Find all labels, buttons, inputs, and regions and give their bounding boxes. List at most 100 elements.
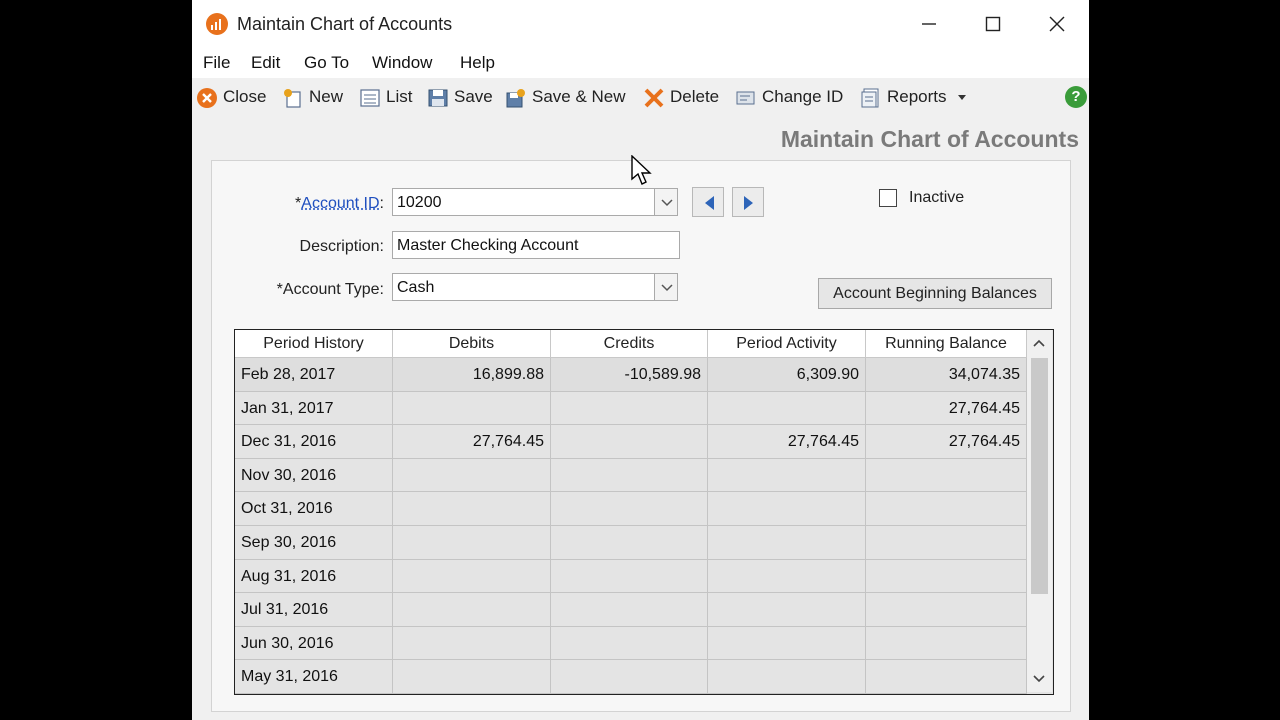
table-cell-debits[interactable] <box>393 391 551 426</box>
table-cell-credits[interactable] <box>551 425 708 459</box>
table-cell-running-balance[interactable] <box>866 526 1027 560</box>
table-cell-period-activity[interactable] <box>708 526 866 560</box>
table-cell-period[interactable]: Jun 30, 2016 <box>235 626 393 661</box>
scroll-down-icon[interactable] <box>1033 675 1045 683</box>
table-cell-debits[interactable] <box>393 593 551 627</box>
inactive-checkbox[interactable] <box>879 189 897 207</box>
table-cell-period-activity[interactable] <box>708 559 866 594</box>
chevron-down-icon <box>661 199 673 207</box>
table-cell-credits[interactable] <box>551 593 708 627</box>
title-bar[interactable]: Maintain Chart of Accounts <box>192 0 1089 48</box>
next-record-button[interactable] <box>732 187 764 217</box>
account-type-label: *Account Type: <box>276 281 384 298</box>
table-cell-running-balance[interactable] <box>866 660 1027 694</box>
table-cell-running-balance[interactable] <box>866 626 1027 661</box>
table-cell-period-activity[interactable] <box>708 593 866 627</box>
table-cell-credits[interactable] <box>551 458 708 493</box>
table-cell-period-activity[interactable] <box>708 458 866 493</box>
table-cell-credits[interactable] <box>551 526 708 560</box>
table-cell-period-activity[interactable]: 27,764.45 <box>708 425 866 459</box>
menu-window[interactable]: Window <box>372 53 432 73</box>
column-header-period-activity[interactable]: Period Activity <box>708 330 866 358</box>
table-cell-debits[interactable]: 16,899.88 <box>393 358 551 392</box>
close-icon <box>1049 16 1065 32</box>
description-label: Description: <box>299 238 384 255</box>
reports-label: Reports <box>887 87 947 106</box>
menu-go-to[interactable]: Go To <box>304 53 349 73</box>
table-cell-period-activity[interactable] <box>708 391 866 426</box>
column-header-credits[interactable]: Credits <box>551 330 708 358</box>
table-cell-debits[interactable] <box>393 526 551 560</box>
mouse-cursor-icon <box>631 155 652 185</box>
table-cell-credits[interactable] <box>551 559 708 594</box>
column-header-debits[interactable]: Debits <box>393 330 551 358</box>
table-cell-period[interactable]: Jan 31, 2017 <box>235 391 393 426</box>
delete-icon <box>644 88 664 108</box>
table-cell-credits[interactable] <box>551 391 708 426</box>
table-cell-credits[interactable] <box>551 626 708 661</box>
table-cell-period[interactable]: Sep 30, 2016 <box>235 526 393 560</box>
dropdown-arrow-icon <box>958 95 966 100</box>
new-label: New <box>309 87 344 106</box>
description-input[interactable]: Master Checking Account <box>392 231 680 259</box>
menu-edit[interactable]: Edit <box>251 53 280 73</box>
table-cell-running-balance[interactable] <box>866 593 1027 627</box>
scroll-up-icon[interactable] <box>1033 339 1045 347</box>
table-cell-running-balance[interactable] <box>866 492 1027 526</box>
table-cell-running-balance[interactable]: 27,764.45 <box>866 425 1027 459</box>
account-type-dropdown[interactable] <box>654 273 678 301</box>
table-cell-debits[interactable] <box>393 626 551 661</box>
list-label: List <box>386 87 413 106</box>
table-cell-credits[interactable] <box>551 660 708 694</box>
table-cell-period[interactable]: Nov 30, 2016 <box>235 458 393 493</box>
account-type-select[interactable]: Cash <box>392 273 656 301</box>
page-title: Maintain Chart of Accounts <box>780 126 1079 152</box>
table-cell-credits[interactable] <box>551 492 708 526</box>
scrollbar-thumb[interactable] <box>1031 358 1048 594</box>
close-window-button[interactable] <box>1025 0 1089 48</box>
app-window: Maintain Chart of Accounts File Edit Go … <box>192 0 1089 720</box>
table-cell-running-balance[interactable]: 34,074.35 <box>866 358 1027 392</box>
menu-file[interactable]: File <box>203 53 230 73</box>
save-label: Save <box>454 87 493 106</box>
table-cell-debits[interactable]: 27,764.45 <box>393 425 551 459</box>
vertical-scrollbar[interactable] <box>1027 330 1052 692</box>
menu-help[interactable]: Help <box>460 53 495 73</box>
table-cell-period-activity[interactable] <box>708 626 866 661</box>
previous-record-button[interactable] <box>692 187 724 217</box>
minimize-button[interactable] <box>897 0 961 48</box>
table-cell-running-balance[interactable]: 27,764.45 <box>866 391 1027 426</box>
table-cell-debits[interactable] <box>393 559 551 594</box>
table-cell-debits[interactable] <box>393 492 551 526</box>
table-cell-period[interactable]: Aug 31, 2016 <box>235 559 393 594</box>
column-header-running-balance[interactable]: Running Balance <box>866 330 1027 358</box>
maximize-button[interactable] <box>961 0 1025 48</box>
table-cell-period[interactable]: Oct 31, 2016 <box>235 492 393 526</box>
maximize-icon <box>985 16 1001 32</box>
table-cell-credits[interactable]: -10,589.98 <box>551 358 708 392</box>
help-icon[interactable]: ? <box>1065 86 1087 108</box>
column-header-period-history[interactable]: Period History <box>235 330 393 358</box>
close-circle-icon <box>197 88 217 108</box>
account-id-link[interactable]: Account ID <box>301 195 379 212</box>
table-cell-period-activity[interactable] <box>708 492 866 526</box>
close-label: Close <box>223 87 267 106</box>
table-cell-period-activity[interactable]: 6,309.90 <box>708 358 866 392</box>
list-icon <box>360 89 380 107</box>
table-cell-period-activity[interactable] <box>708 660 866 694</box>
account-beginning-balances-button[interactable]: Account Beginning Balances <box>818 278 1052 309</box>
account-id-input[interactable]: 10200 <box>392 188 656 216</box>
new-document-icon <box>284 89 301 108</box>
toolbar: Close New List Save Save & New Delete Ch… <box>192 80 1089 114</box>
table-cell-debits[interactable] <box>393 660 551 694</box>
chevron-down-icon <box>661 284 673 292</box>
table-cell-debits[interactable] <box>393 458 551 493</box>
table-cell-running-balance[interactable] <box>866 559 1027 594</box>
table-cell-period[interactable]: Feb 28, 2017 <box>235 358 393 392</box>
table-cell-period[interactable]: Dec 31, 2016 <box>235 425 393 459</box>
table-cell-period[interactable]: May 31, 2016 <box>235 660 393 694</box>
table-cell-period[interactable]: Jul 31, 2016 <box>235 593 393 627</box>
inactive-label: Inactive <box>909 189 965 206</box>
table-cell-running-balance[interactable] <box>866 458 1027 493</box>
account-id-dropdown[interactable] <box>654 188 678 216</box>
